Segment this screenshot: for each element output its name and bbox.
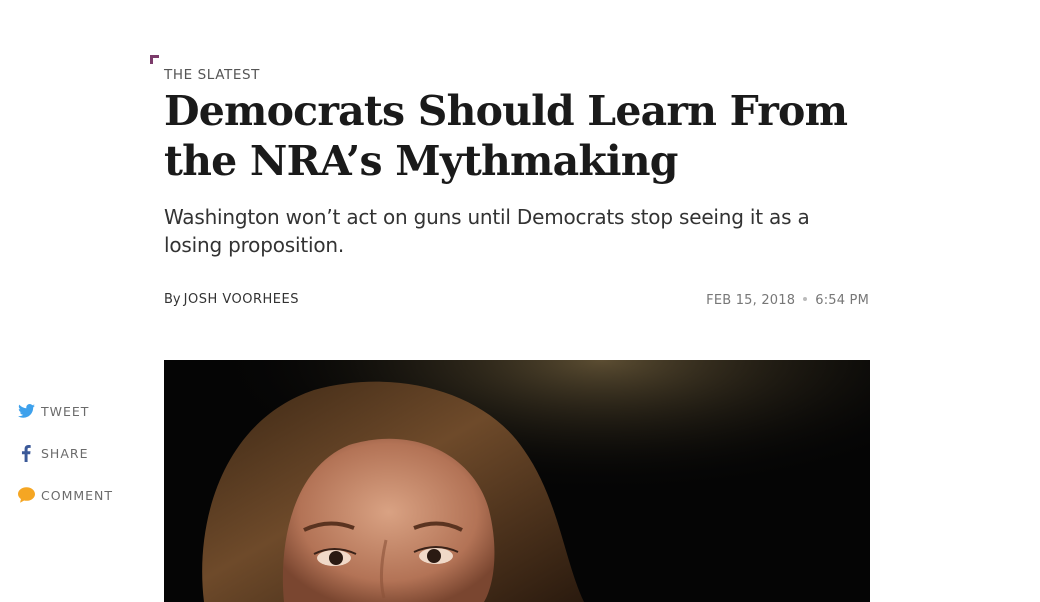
tweet-button[interactable]: TWEET bbox=[18, 400, 138, 422]
section-kicker[interactable]: THE SLATEST bbox=[164, 67, 260, 83]
byline: By JOSH VOORHEES bbox=[164, 292, 299, 307]
comment-icon bbox=[18, 487, 35, 503]
section-corner-mark bbox=[150, 55, 159, 64]
facebook-icon bbox=[18, 444, 35, 462]
dateline: FEB 15, 2018 6:54 PM bbox=[706, 293, 869, 308]
hero-photo-illustration bbox=[164, 360, 870, 602]
social-share-bar: TWEET SHARE COMMENT bbox=[18, 400, 138, 526]
article-dek: Washington won’t act on guns until Democ… bbox=[164, 205, 810, 257]
comment-label: COMMENT bbox=[41, 487, 114, 503]
author-link[interactable]: JOSH VOORHEES bbox=[184, 292, 299, 307]
hero-image bbox=[164, 360, 870, 602]
publish-time: 6:54 PM bbox=[815, 293, 869, 308]
byline-prefix: By bbox=[164, 292, 181, 307]
publish-date: FEB 15, 2018 bbox=[706, 293, 796, 308]
share-button[interactable]: SHARE bbox=[18, 442, 138, 464]
twitter-icon bbox=[18, 404, 35, 418]
separator-dot bbox=[803, 297, 808, 301]
tweet-label: TWEET bbox=[41, 403, 90, 419]
share-label: SHARE bbox=[41, 445, 89, 461]
comment-button[interactable]: COMMENT bbox=[18, 484, 138, 506]
article-headline: Democrats Should Learn From the NRA’s My… bbox=[164, 87, 848, 185]
